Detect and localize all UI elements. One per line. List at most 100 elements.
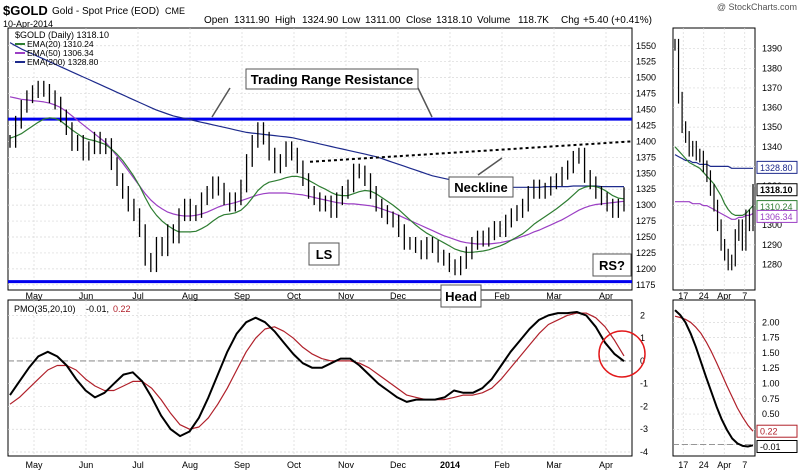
- zoom-tick-label: 1280: [762, 259, 782, 269]
- open-label: Open: [204, 15, 228, 26]
- zoom-xtick-label: 24: [699, 291, 709, 301]
- zoom-pmo-tick-label: 1.25: [762, 363, 780, 373]
- main-tick-label: 1175: [636, 280, 655, 290]
- rs-label: RS?: [599, 258, 625, 273]
- main-xtick-label: Oct: [287, 291, 302, 301]
- zoom-pmo-tick-label: 1.75: [762, 333, 780, 343]
- pmo-tag-label: -0.01: [760, 442, 781, 452]
- ema50-tag-label: 1306.34: [760, 212, 793, 222]
- main-tick-label: 1475: [636, 89, 656, 99]
- main-tick-label: 1300: [636, 200, 656, 210]
- high-value: 1324.90: [302, 15, 339, 26]
- zoom-tick-label: 1370: [762, 83, 782, 93]
- main-xtick-label: Feb: [494, 291, 510, 301]
- main-tick-label: 1250: [636, 232, 656, 242]
- zoom-pmo-tick-label: 0.50: [762, 409, 780, 419]
- main-tick-label: 1400: [636, 136, 656, 146]
- pmo-tick-label: 2: [640, 310, 645, 320]
- main-tick-label: 1425: [636, 120, 656, 130]
- zoom-pmo-tick-label: 1.50: [762, 348, 780, 358]
- main-xtick-label: Dec: [390, 291, 407, 301]
- pmo-legend-value: -0.01,: [86, 304, 109, 314]
- pmo-xtick-label: 2014: [440, 460, 460, 470]
- pmo-xtick-label: Feb: [494, 460, 510, 470]
- ema200-tag-label: 1328.80: [760, 163, 793, 173]
- exchange-label: CME: [165, 6, 185, 16]
- pmo-tick-label: -3: [640, 424, 648, 434]
- pmo-legend-label: PMO(35,20,10): [14, 304, 76, 314]
- zoom-tick-label: 1380: [762, 63, 782, 73]
- zoom-tick-label: 1390: [762, 44, 782, 54]
- trading-range-label: Trading Range Resistance: [251, 72, 414, 87]
- pmo-tick-label: -2: [640, 401, 648, 411]
- pmo-panel: [7, 299, 633, 457]
- pmo-xtick-label: Jul: [132, 460, 144, 470]
- watermark: @ StockCharts.com: [717, 2, 797, 12]
- volume-value: 118.7K: [518, 15, 549, 26]
- main-xtick-label: Sep: [234, 291, 250, 301]
- high-label: High: [275, 15, 296, 26]
- pmo-xtick-label: Apr: [599, 460, 613, 470]
- zoom-tick-label: 1360: [762, 103, 782, 113]
- zoom-pmo-xtick-label: 7: [742, 460, 747, 470]
- main-tick-label: 1525: [636, 57, 656, 67]
- zoom-xtick-label: Apr: [717, 291, 731, 301]
- pmo-signal-tag-label: 0.22: [760, 427, 778, 437]
- main-tick-label: 1550: [636, 41, 656, 51]
- main-xtick-label: Nov: [338, 291, 355, 301]
- ls-annotation: LS: [308, 242, 340, 266]
- close-tag-label: 1318.10: [760, 185, 793, 195]
- main-tick-label: 1225: [636, 248, 656, 258]
- volume-label: Volume: [477, 15, 511, 26]
- zoom-pmo-tick-label: 2.00: [762, 317, 780, 327]
- zoom-xtick-label: 17: [678, 291, 688, 301]
- main-tick-label: 1500: [636, 73, 656, 83]
- pmo-xtick-label: Oct: [287, 460, 302, 470]
- head-label: Head: [445, 289, 477, 304]
- pmo-xtick-label: Sep: [234, 460, 250, 470]
- main-xtick-label: May: [25, 291, 43, 301]
- zoom-pmo-xtick-label: 24: [699, 460, 709, 470]
- close-value: 1318.10: [436, 15, 473, 26]
- gold-chart: $GOLD Gold - Spot Price (EOD) CME 10-Apr…: [3, 2, 798, 470]
- pmo-xtick-label: Aug: [182, 460, 198, 470]
- chg-value: +5.40 (+0.41%): [583, 15, 652, 26]
- main-tick-label: 1275: [636, 216, 656, 226]
- zoom-pmo-tick-label: 1.00: [762, 379, 780, 389]
- symbol-title: $GOLD: [3, 3, 48, 18]
- pmo-xtick-label: Mar: [546, 460, 562, 470]
- main-xtick-label: Apr: [599, 291, 613, 301]
- main-tick-label: 1375: [636, 152, 656, 162]
- chg-label: Chg: [561, 15, 579, 26]
- pmo-xtick-label: Jun: [79, 460, 94, 470]
- main-tick-label: 1450: [636, 105, 656, 115]
- pmo-tick-label: -1: [640, 379, 648, 389]
- head-annotation: Head: [440, 284, 482, 308]
- main-tick-label: 1325: [636, 184, 656, 194]
- main-xtick-label: Jun: [79, 291, 94, 301]
- close-label: Close: [406, 15, 432, 26]
- pmo-legend-signal: 0.22: [113, 304, 131, 314]
- main-tick-label: 1350: [636, 168, 656, 178]
- zoom-pmo-tick-label: 0.75: [762, 394, 780, 404]
- low-label: Low: [342, 15, 361, 26]
- zoom-tick-label: 1350: [762, 122, 782, 132]
- ls-label: LS: [316, 247, 333, 262]
- neckline-label: Neckline: [454, 180, 507, 195]
- main-xtick-label: Mar: [546, 291, 562, 301]
- pmo-xtick-label: Nov: [338, 460, 355, 470]
- zoom-tick-label: 1340: [762, 142, 782, 152]
- low-value: 1311.00: [365, 15, 401, 26]
- main-xtick-label: Jul: [132, 291, 144, 301]
- main-tick-label: 1200: [636, 264, 656, 274]
- zoom-pmo-xtick-label: Apr: [717, 460, 731, 470]
- rs-annotation: RS?: [592, 253, 632, 277]
- pmo-xtick-label: Dec: [390, 460, 407, 470]
- open-value: 1311.90: [234, 15, 270, 26]
- pmo-tick-label: -4: [640, 447, 648, 457]
- zoom-tick-label: 1290: [762, 240, 782, 250]
- pmo-xtick-label: May: [25, 460, 43, 470]
- legend-ema200: EMA(200) 1328.80: [27, 57, 99, 67]
- zoom-xtick-label: 7: [742, 291, 747, 301]
- zoom-pmo-xtick-label: 17: [678, 460, 688, 470]
